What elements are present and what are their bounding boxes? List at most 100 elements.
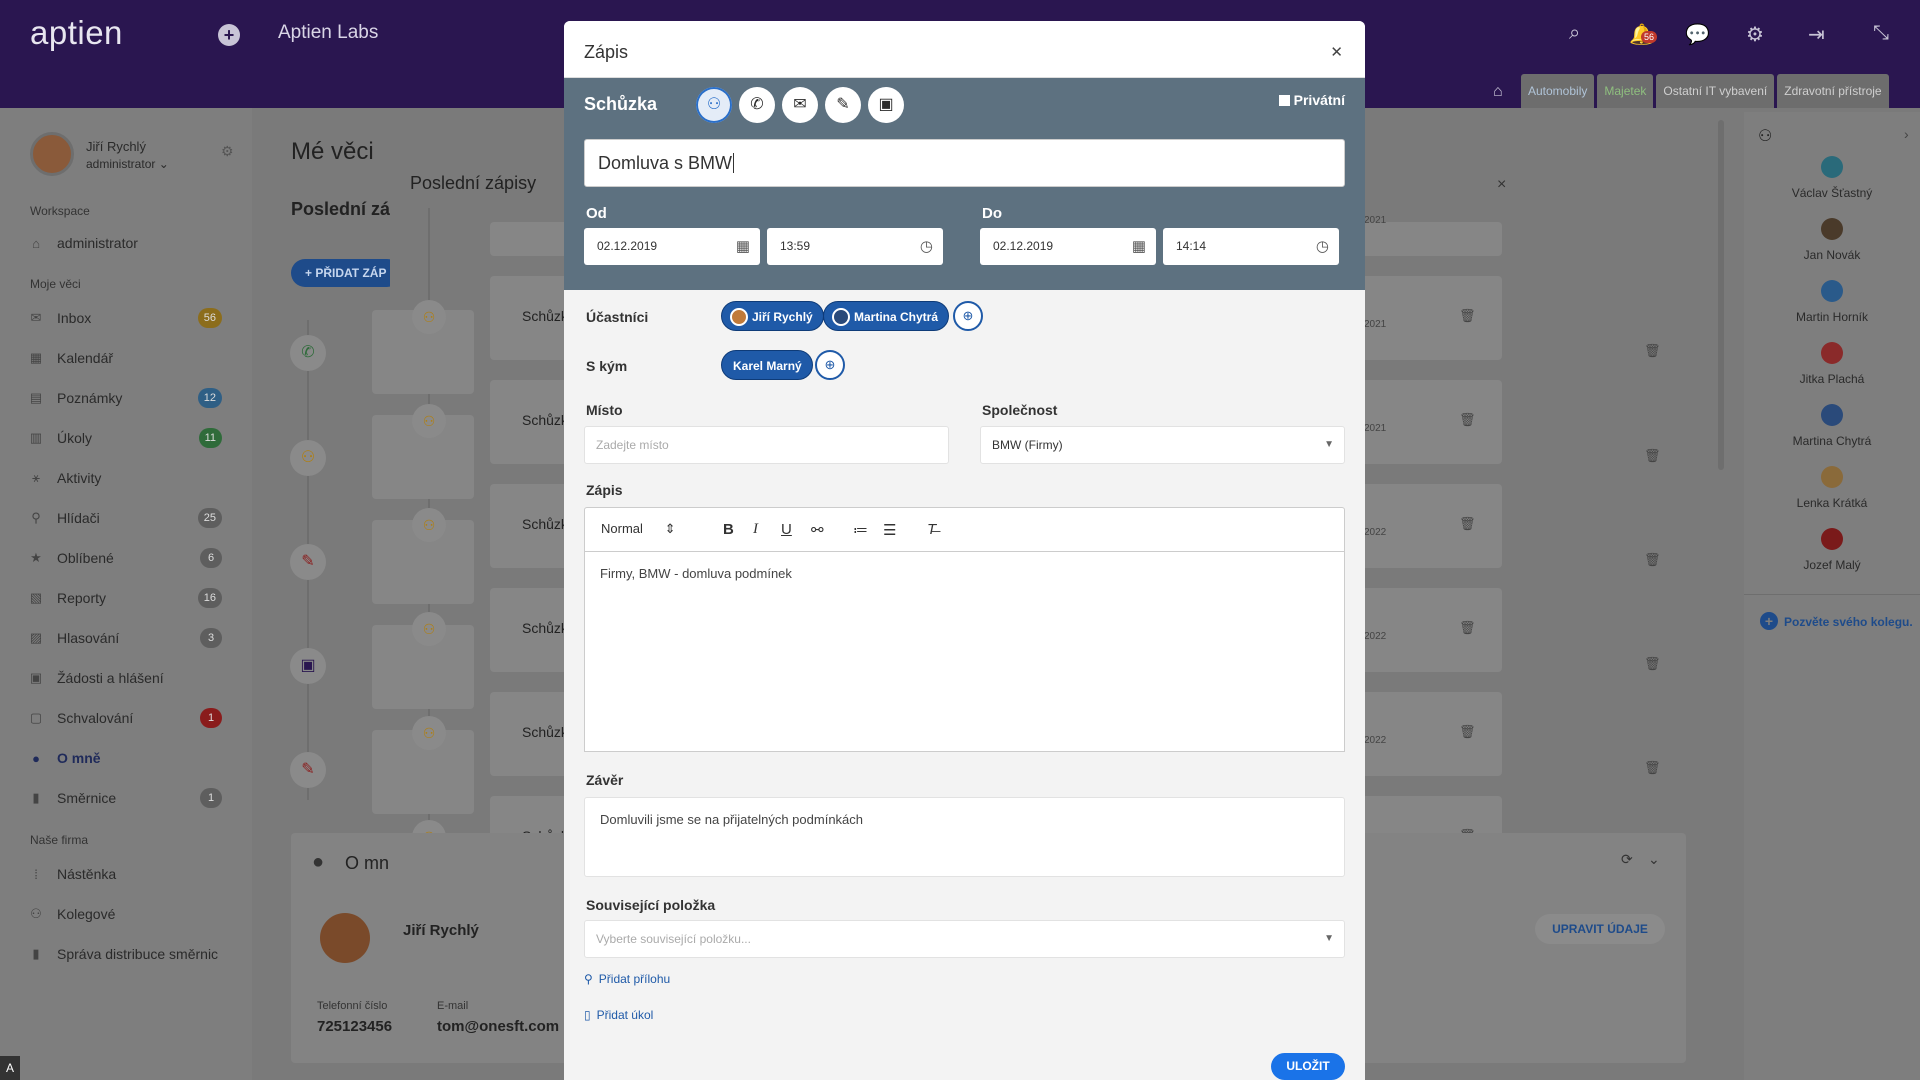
from-time-input[interactable]: 13:59 ◷	[767, 228, 943, 265]
add-entry-button[interactable]: + PŘIDAT ZÁP	[291, 259, 401, 287]
clock-icon[interactable]: ◷	[920, 228, 933, 265]
sidebar-item-colleagues[interactable]: ⚇ Kolegové	[28, 901, 228, 927]
colleague[interactable]: Jan Novák	[1744, 218, 1920, 262]
sidebar-item-administrator[interactable]: ⌂ administrator	[28, 230, 228, 256]
edit-profile-button[interactable]: UPRAVIT ÚDAJE	[1535, 914, 1665, 944]
sidebar-item-favorites[interactable]: ★ Oblíbené 6	[28, 545, 228, 571]
app-logo[interactable]: aptien	[30, 14, 123, 52]
colleague[interactable]: Martin Horník	[1744, 280, 1920, 324]
add-icon[interactable]: +	[218, 24, 240, 46]
italic-icon[interactable]: I	[753, 521, 758, 538]
note-editor[interactable]: Firmy, BMW - domluva podmínek	[584, 552, 1345, 752]
to-date-input[interactable]: 02.12.2019 ▦	[980, 228, 1156, 265]
entry-card[interactable]	[1350, 222, 1502, 256]
meeting-type-button[interactable]: ⚇	[696, 87, 732, 123]
colleague[interactable]: Jitka Plachá	[1744, 342, 1920, 386]
ordered-list-icon[interactable]: ≔	[853, 521, 868, 539]
bullet-list-icon[interactable]: ☰	[883, 521, 896, 539]
sidebar-item-board[interactable]: ⁞ Nástěnka	[28, 861, 228, 887]
sidebar-item-tasks[interactable]: ▥ Úkoly 11	[28, 425, 228, 451]
user-settings-icon[interactable]: ⚙	[221, 143, 234, 160]
trash-icon[interactable]: 🗑	[1644, 760, 1661, 776]
company-select[interactable]: BMW (Firmy) ▼	[980, 426, 1345, 464]
participant-chip[interactable]: Martina Chytrá	[823, 301, 950, 331]
email-type-button[interactable]: ✉	[782, 87, 818, 123]
trash-icon[interactable]: 🗑	[1644, 656, 1661, 672]
sidebar-item-about-me[interactable]: ● O mně	[28, 745, 228, 771]
user-role[interactable]: administrator ⌄	[86, 157, 169, 171]
sidebar-item-activities[interactable]: ⚹ Aktivity	[28, 465, 228, 491]
format-select[interactable]: Normal ⇕	[601, 521, 675, 537]
to-time-input[interactable]: 14:14 ◷	[1163, 228, 1339, 265]
scrollbar[interactable]	[1718, 120, 1724, 470]
app-corner-logo[interactable]: A	[0, 1056, 20, 1080]
logout-icon[interactable]: ⇥	[1808, 22, 1825, 47]
user-name[interactable]: Jiří Rychlý	[86, 139, 146, 154]
contact-chip[interactable]: Karel Marný	[721, 350, 813, 380]
chevron-down-icon[interactable]: ⌄	[1648, 851, 1660, 868]
entry-card[interactable]	[1350, 276, 1502, 360]
participant-chip[interactable]: Jiří Rychlý	[721, 301, 824, 331]
home-icon[interactable]: ⌂	[1493, 83, 1503, 101]
entry-card[interactable]	[1350, 380, 1502, 464]
avatar[interactable]	[30, 132, 74, 176]
tab-zdravotni[interactable]: Zdravotní přístroje	[1777, 74, 1889, 108]
call-type-button[interactable]: ✆	[739, 87, 775, 123]
tab-majetek[interactable]: Majetek	[1597, 74, 1654, 108]
trash-icon[interactable]: 🗑	[1459, 516, 1476, 532]
close-icon[interactable]: ×	[1497, 176, 1506, 194]
add-participant-button[interactable]: ⊕	[953, 301, 983, 331]
trash-icon[interactable]: 🗑	[1644, 552, 1661, 568]
sidebar-item-notes[interactable]: ▤ Poznámky 12	[28, 385, 228, 411]
sidebar-item-distribution[interactable]: ▮ Správa distribuce směrnic	[28, 941, 228, 967]
underline-icon[interactable]: U	[781, 521, 792, 538]
invite-colleague-link[interactable]: + Pozvěte svého kolegu.	[1760, 612, 1913, 630]
sidebar-item-reports[interactable]: ▧ Reporty 16	[28, 585, 228, 611]
sidebar-item-directives[interactable]: ▮ Směrnice 1	[28, 785, 228, 811]
company-name[interactable]: Aptien Labs	[278, 22, 378, 44]
add-attachment-link[interactable]: ⚲ Přidat přílohu	[584, 972, 670, 986]
chat-icon[interactable]: 💬	[1685, 22, 1710, 47]
calendar-icon[interactable]: ▦	[1132, 228, 1146, 265]
sidebar-item-inbox[interactable]: ✉ Inbox 56	[28, 305, 228, 331]
gear-icon[interactable]: ⚙	[1746, 22, 1764, 47]
clear-format-icon[interactable]: T̶	[927, 521, 936, 538]
trash-icon[interactable]: 🗑	[1459, 620, 1476, 636]
entry-card[interactable]	[1350, 692, 1502, 776]
collapse-icon[interactable]: ⤡	[1873, 22, 1889, 45]
close-icon[interactable]: ✕	[1330, 43, 1343, 61]
from-date-input[interactable]: 02.12.2019 ▦	[584, 228, 760, 265]
add-contact-button[interactable]: ⊕	[815, 350, 845, 380]
entry-card[interactable]	[1350, 588, 1502, 672]
sidebar-item-voting[interactable]: ▨ Hlasování 3	[28, 625, 228, 651]
calendar-icon[interactable]: ▦	[736, 228, 750, 265]
business-type-button[interactable]: ▣	[868, 87, 904, 123]
tab-it[interactable]: Ostatní IT vybavení	[1656, 74, 1775, 108]
subject-input[interactable]: Domluva s BMW	[584, 139, 1345, 187]
sidebar-item-requests[interactable]: ▣ Žádosti a hlášení	[28, 665, 228, 691]
colleague[interactable]: Martina Chytrá	[1744, 404, 1920, 448]
colleague[interactable]: Jozef Malý	[1744, 528, 1920, 572]
clock-icon[interactable]: ◷	[1316, 228, 1329, 265]
sidebar-item-approvals[interactable]: ▢ Schvalování 1	[28, 705, 228, 731]
trash-icon[interactable]: 🗑	[1644, 343, 1661, 359]
link-icon[interactable]: ⚯	[811, 521, 824, 539]
refresh-icon[interactable]: ⟳	[1621, 851, 1633, 868]
chevron-right-icon[interactable]: ›	[1904, 126, 1909, 142]
sidebar-item-watchers[interactable]: ⚲ Hlídači 25	[28, 505, 228, 531]
search-icon[interactable]: ⌕	[1569, 22, 1580, 45]
tab-automobily[interactable]: Automobily	[1521, 74, 1595, 108]
entry-card[interactable]	[1350, 484, 1502, 568]
add-task-link[interactable]: ▯ Přidat úkol	[584, 1008, 653, 1022]
service-type-button[interactable]: ✎	[825, 87, 861, 123]
save-button[interactable]: ULOŽIT	[1271, 1053, 1345, 1080]
trash-icon[interactable]: 🗑	[1644, 448, 1661, 464]
trash-icon[interactable]: 🗑	[1459, 412, 1476, 428]
conclusion-textarea[interactable]: Domluvili jsme se na přijatelných podmín…	[584, 797, 1345, 877]
colleague[interactable]: Václav Šťastný	[1744, 156, 1920, 200]
private-checkbox[interactable]: Privátní	[1278, 92, 1345, 108]
related-select[interactable]: Vyberte související položku... ▼	[584, 920, 1345, 958]
sidebar-item-calendar[interactable]: ▦ Kalendář	[28, 345, 228, 371]
bold-icon[interactable]: B	[723, 521, 734, 538]
trash-icon[interactable]: 🗑	[1459, 308, 1476, 324]
